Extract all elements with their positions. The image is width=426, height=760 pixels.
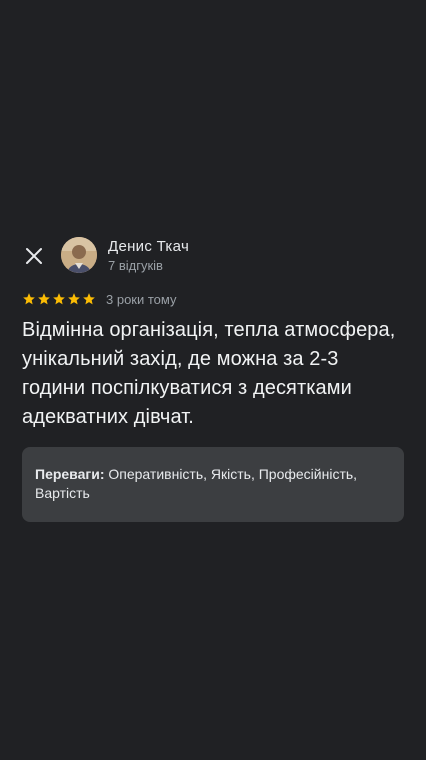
close-button[interactable] [22, 244, 46, 268]
star-icon [68, 293, 80, 305]
review-header: Денис Ткач 7 відгуків [0, 236, 426, 276]
star-icon [53, 293, 65, 305]
star-icon [38, 293, 50, 305]
avatar-image [61, 237, 97, 273]
close-icon [26, 248, 42, 264]
review-screen: Денис Ткач 7 відгуків 3 роки тому Відмін… [0, 0, 426, 760]
star-rating [22, 292, 96, 306]
avatar[interactable] [61, 237, 97, 273]
pros-label: Переваги: [35, 466, 105, 482]
pros-card: Переваги: Оперативність, Якість, Професі… [22, 447, 404, 522]
rating-row: 3 роки тому [22, 290, 176, 308]
author-review-count: 7 відгуків [108, 258, 163, 273]
review-time: 3 роки тому [106, 291, 177, 307]
review-text: Відмінна організація, тепла атмосфера, у… [22, 319, 396, 428]
star-icon [23, 293, 35, 305]
author-name[interactable]: Денис Ткач [108, 238, 189, 255]
star-icon [83, 293, 95, 305]
